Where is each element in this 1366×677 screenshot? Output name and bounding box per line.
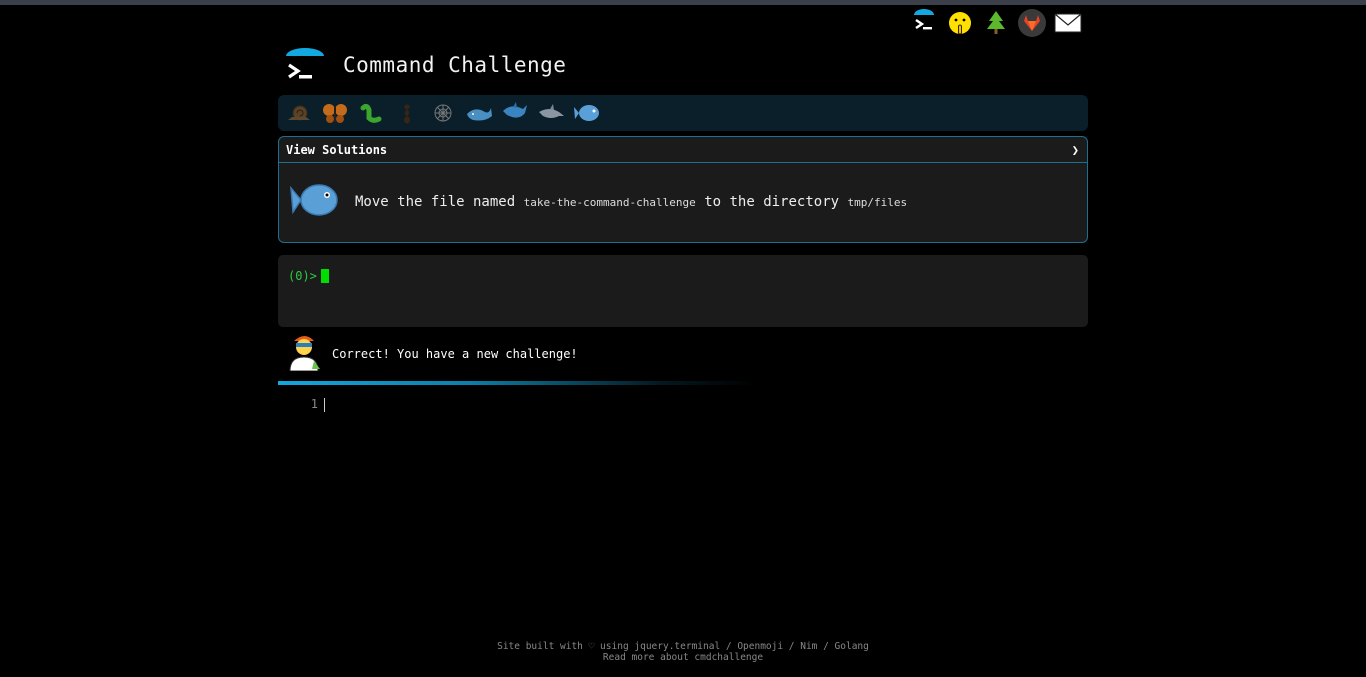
blowfish-icon [289,180,339,224]
chevron-right-icon: ❯ [1071,142,1079,157]
top-nav [908,8,1084,38]
level-bar [278,95,1088,131]
scientist-avatar-icon [278,333,322,375]
gitlab-icon[interactable] [1016,8,1048,38]
terminal-icon[interactable] [908,8,940,38]
snail-icon[interactable] [284,98,314,128]
whale-icon[interactable] [464,98,494,128]
butterfly-icon[interactable] [320,98,350,128]
footer-credits[interactable]: Site built with ♡ using jquery.terminal … [0,641,1366,652]
tree-icon[interactable] [980,8,1012,38]
web-icon[interactable] [428,98,458,128]
ant-icon[interactable] [392,98,422,128]
editor-caret [324,398,325,412]
blowfish-icon[interactable] [572,98,602,128]
top-bar [0,0,1366,5]
file-name: take-the-command-challenge [523,196,696,209]
line-number: 1 [310,397,318,411]
desc-middle: to the directory [695,194,848,210]
shark-icon[interactable] [500,98,530,128]
progress-bar [278,381,758,385]
dolphin-icon[interactable] [536,98,566,128]
desc-prefix: Move the file named [355,194,524,210]
view-solutions-toggle[interactable]: View Solutions ❯ [279,137,1087,163]
view-solutions-label: View Solutions [286,142,388,157]
footer-read-more[interactable]: Read more about cmdchallenge [0,652,1366,663]
terminal-cursor [320,269,329,283]
main-container: Command Challenge View Solutions ❯ Move … [278,40,1088,412]
challenge-body: Move the file named take-the-command-cha… [279,163,1087,241]
terminal-prompt: (0)> [288,269,317,283]
challenge-card: View Solutions ❯ Move the file named tak… [278,136,1088,243]
terminal[interactable]: (0)> [278,255,1088,327]
feedback-message: Correct! You have a new challenge! [332,347,578,361]
shushing-face-icon[interactable] [944,8,976,38]
logo-terminal-icon[interactable] [284,43,330,87]
challenge-description: Move the file named take-the-command-cha… [355,194,907,210]
page-header: Command Challenge [278,40,1088,90]
page-title: Command Challenge [343,53,567,77]
envelope-icon[interactable] [1052,8,1084,38]
feedback: Correct! You have a new challenge! [278,335,1088,373]
editor[interactable]: 1 [278,397,1088,412]
dir-name: tmp/files [847,196,908,209]
footer: Site built with ♡ using jquery.terminal … [0,641,1366,663]
bug-icon[interactable] [356,98,386,128]
